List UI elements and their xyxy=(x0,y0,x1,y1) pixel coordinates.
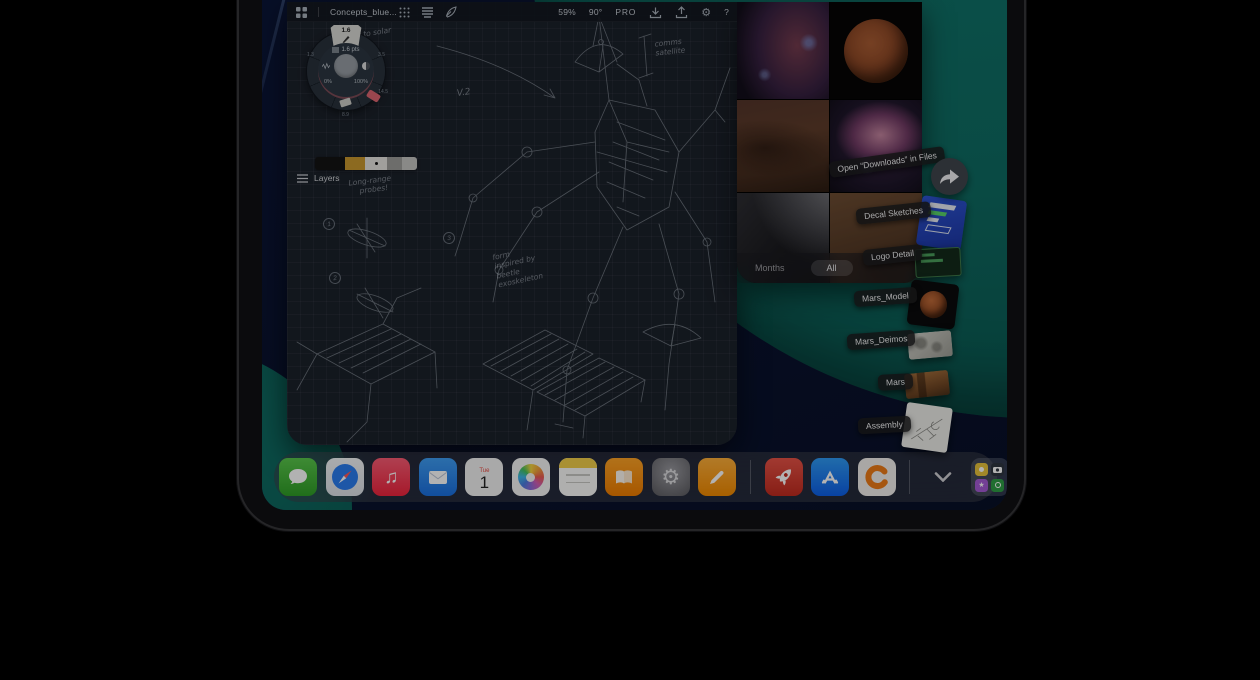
selected-swatch-dot xyxy=(375,162,378,165)
pages-pen-icon xyxy=(705,465,729,489)
layers-button[interactable]: Layers xyxy=(297,173,340,183)
dock-chevron-down-button[interactable] xyxy=(928,458,958,496)
appstore-icon xyxy=(817,464,843,490)
photo-orion-nebula[interactable] xyxy=(830,100,922,192)
books-icon xyxy=(612,465,636,489)
notes-icon xyxy=(559,458,597,468)
color-swatch-gray[interactable] xyxy=(387,157,402,170)
opacity-icon xyxy=(362,62,370,70)
dock-app-safari[interactable] xyxy=(326,458,364,496)
apps-grid-icon[interactable] xyxy=(296,7,307,18)
color-swatch-lightgray[interactable] xyxy=(402,157,417,170)
layers-label: Layers xyxy=(314,173,340,183)
star-icon: ★ xyxy=(978,482,984,489)
photo-mars-surface[interactable] xyxy=(737,100,829,192)
active-brush-size: 1.6 xyxy=(341,27,350,34)
annotation-version: V.2 xyxy=(456,87,471,100)
photo-mars-planet[interactable] xyxy=(830,2,922,99)
mini-star-icon: ★ xyxy=(975,479,988,492)
mini-camera-icon xyxy=(991,463,1004,476)
photos-grid xyxy=(737,2,922,283)
color-swatch-white-selected[interactable] xyxy=(365,157,387,170)
music-note-icon: ♫ xyxy=(384,468,398,487)
chevron-down-icon xyxy=(934,472,952,482)
share-export-icon[interactable] xyxy=(675,6,688,19)
dock-app-pages[interactable] xyxy=(698,458,736,496)
dock-app-notes[interactable] xyxy=(559,458,597,496)
dots-grid-icon[interactable] xyxy=(399,7,410,18)
drag-thumb-mars-model[interactable] xyxy=(906,279,959,330)
tab-months[interactable]: Months xyxy=(755,263,785,273)
calendar-day: 1 xyxy=(480,474,489,493)
page: connect to solar comms satellite V.2 Lon… xyxy=(0,0,1260,680)
share-forward-button[interactable] xyxy=(931,158,968,195)
dock-app-books[interactable] xyxy=(605,458,643,496)
mini-tips-icon xyxy=(975,463,988,476)
dock-app-calendar[interactable]: Tue 1 xyxy=(465,458,503,496)
assembly-sketch xyxy=(904,406,949,449)
photos-flower-icon xyxy=(518,464,544,490)
pro-badge: PRO xyxy=(615,7,636,17)
camera-icon xyxy=(993,466,1002,473)
rocket-icon xyxy=(771,464,797,490)
dock-app-mail[interactable] xyxy=(419,458,457,496)
dock-app-rocket[interactable] xyxy=(765,458,803,496)
concepts-toolbar: Concepts_blue... xyxy=(287,2,737,22)
document-title[interactable]: Concepts_blue... xyxy=(330,7,397,17)
mail-icon xyxy=(426,465,450,489)
stroke-lines-icon xyxy=(332,47,339,53)
ipad-device: connect to solar comms satellite V.2 Lon… xyxy=(237,0,1026,531)
settings-gear-icon: ⚙ xyxy=(661,467,680,488)
brush-size-segment: 14.5 xyxy=(378,89,388,95)
opacity-max-label: 100% xyxy=(354,79,368,85)
smoothing-icon xyxy=(322,62,330,70)
help-icon[interactable]: ? xyxy=(724,7,729,17)
concepts-app-window: connect to solar comms satellite V.2 Lon… xyxy=(287,2,737,445)
brush-wheel-center[interactable]: 1.6 pts 0% 100% xyxy=(318,43,374,99)
color-swatch-bar xyxy=(315,157,417,170)
menu-lines-icon[interactable] xyxy=(421,6,434,18)
dock-divider xyxy=(909,460,910,494)
dock-divider xyxy=(750,460,751,494)
brush-size-segment: 3.5 xyxy=(378,52,385,58)
brush-wheel[interactable]: 1.3 3.5 14.5 8.9 1.6 xyxy=(307,32,385,110)
color-swatch-black[interactable] xyxy=(315,157,345,170)
photos-app-window: Months All xyxy=(737,2,922,283)
tab-all-selected[interactable]: All xyxy=(811,260,853,276)
dock-app-music[interactable]: ♫ xyxy=(372,458,410,496)
concepts-c-icon xyxy=(863,463,891,491)
color-swatch-gold[interactable] xyxy=(345,157,365,170)
dock-app-photos[interactable] xyxy=(512,458,550,496)
messages-icon xyxy=(286,465,310,489)
layers-list-icon xyxy=(297,174,308,183)
annotation-comms: comms satellite xyxy=(654,36,686,58)
mini-fitness-icon xyxy=(991,479,1004,492)
pen-nib-icon[interactable] xyxy=(445,6,457,18)
dock-app-settings[interactable]: ⚙ xyxy=(652,458,690,496)
brush-size-segment: 1.3 xyxy=(307,52,314,58)
dock-app-messages[interactable] xyxy=(279,458,317,496)
photo-horsehead-nebula[interactable] xyxy=(737,2,829,99)
forward-arrow-icon xyxy=(939,168,960,185)
toolbar-divider xyxy=(318,7,319,17)
safari-icon xyxy=(330,462,360,492)
dock-app-appstore[interactable] xyxy=(811,458,849,496)
rotation-angle[interactable]: 90° xyxy=(589,7,602,17)
ipad-screen: connect to solar comms satellite V.2 Lon… xyxy=(262,0,1007,510)
brush-size-segment: 8.9 xyxy=(342,112,349,118)
drag-label-assembly[interactable]: Assembly xyxy=(858,416,912,435)
drag-label-mars[interactable]: Mars xyxy=(878,373,914,391)
dock-app-library[interactable]: ★ xyxy=(971,458,1008,496)
import-icon[interactable] xyxy=(649,6,662,19)
zoom-level[interactable]: 59% xyxy=(558,7,576,17)
dock-app-concepts[interactable] xyxy=(858,458,896,496)
dock: ♫ Tue 1 xyxy=(274,452,997,502)
current-color-knob[interactable] xyxy=(334,54,358,78)
brush-size-pts: 1.6 pts xyxy=(341,47,359,53)
opacity-min-label: 0% xyxy=(324,79,332,85)
settings-gear-icon[interactable]: ⚙ xyxy=(701,6,711,19)
